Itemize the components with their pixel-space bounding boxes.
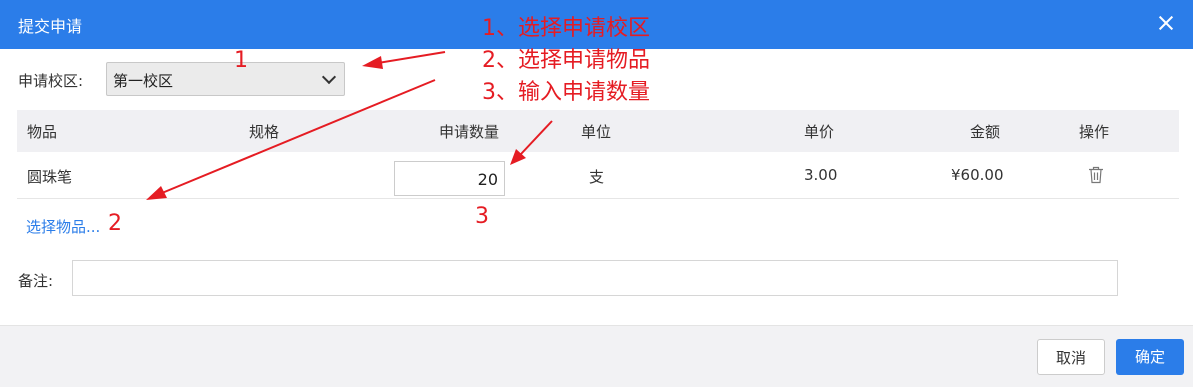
annotation-arrows [146,51,553,200]
arrow-to-campus [362,51,446,69]
arrow-to-choose-items [146,79,436,200]
arrow-to-quantity [510,120,553,165]
